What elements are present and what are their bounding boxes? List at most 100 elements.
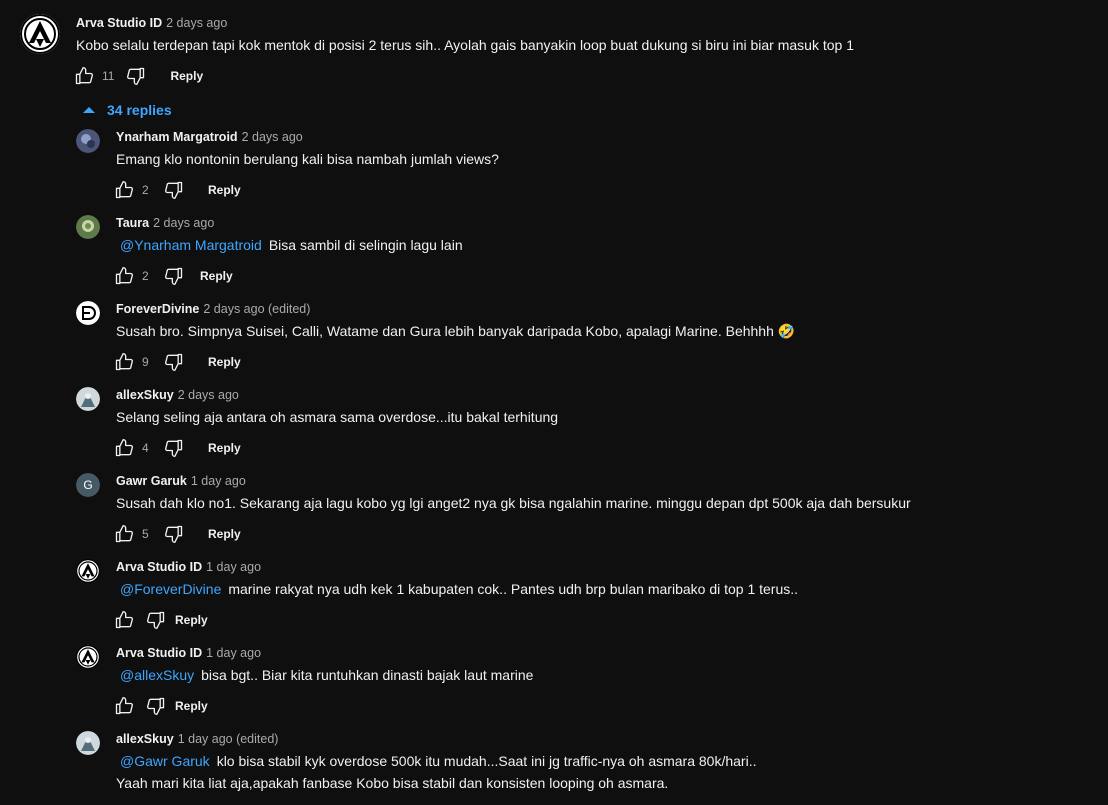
avatar[interactable] <box>76 731 100 755</box>
mention-link[interactable]: @allexSkuy <box>116 667 194 683</box>
reply-button[interactable]: Reply <box>200 269 233 283</box>
like-icon <box>75 67 94 85</box>
author-name[interactable]: Ynarham Margatroid <box>116 130 238 144</box>
avatar[interactable] <box>76 301 100 325</box>
like-count: 9 <box>142 355 149 369</box>
author-name[interactable]: Arva Studio ID <box>76 16 162 30</box>
mention-link[interactable]: @Ynarham Margatroid <box>116 237 262 253</box>
avatar[interactable] <box>76 215 100 239</box>
dislike-button[interactable] <box>162 178 186 202</box>
avatar[interactable] <box>76 129 100 153</box>
reply-button[interactable]: Reply <box>208 527 241 541</box>
comment-actions: Reply <box>112 694 208 718</box>
dislike-button[interactable] <box>144 694 168 718</box>
like-count: 2 <box>142 269 149 283</box>
mention-link[interactable]: @ForeverDivine <box>116 581 221 597</box>
like-button[interactable] <box>72 64 96 88</box>
like-button[interactable] <box>112 350 136 374</box>
author-name[interactable]: ForeverDivine <box>116 302 199 316</box>
mention-link[interactable]: @Gawr Garuk <box>116 753 210 769</box>
timestamp[interactable]: 1 day ago (edited) <box>178 732 279 746</box>
comment-text: Kobo selalu terdepan tapi kok mentok di … <box>76 37 854 53</box>
timestamp[interactable]: 2 days ago (edited) <box>203 302 310 316</box>
comment-meta: ForeverDivine 2 days ago (edited) <box>116 302 310 316</box>
like-button[interactable] <box>112 436 136 460</box>
author-name[interactable]: Gawr Garuk <box>116 474 187 488</box>
like-icon <box>115 525 133 543</box>
comment-actions: 5 Reply <box>112 522 241 546</box>
avatar[interactable] <box>20 14 60 54</box>
comment-actions: 11 Reply <box>72 64 203 88</box>
like-count: 2 <box>142 183 149 197</box>
dislike-button[interactable] <box>162 264 186 288</box>
user-avatar-image <box>76 215 100 239</box>
like-button[interactable] <box>112 522 136 546</box>
avatar[interactable] <box>76 387 100 411</box>
like-icon <box>115 353 133 371</box>
avatar[interactable] <box>76 645 100 669</box>
comment-meta: allexSkuy 2 days ago <box>116 388 239 402</box>
comment-meta: Gawr Garuk 1 day ago <box>116 474 246 488</box>
comment-text: @Ynarham Margatroid Bisa sambil di seling… <box>116 237 463 253</box>
timestamp[interactable]: 1 day ago <box>206 646 261 660</box>
comment-meta: Arva Studio ID 1 day ago <box>116 646 261 660</box>
dislike-icon <box>147 611 165 629</box>
comment-text: Susah dah klo no1. Sekarang aja lagu kob… <box>116 495 911 511</box>
user-avatar-image <box>76 387 100 411</box>
dislike-button[interactable] <box>144 608 168 632</box>
comment-text: @allexSkuy bisa bgt.. Biar kita runtuhkan… <box>116 667 533 683</box>
comment-meta: Arva Studio ID 2 days ago <box>76 16 227 30</box>
reply-button[interactable]: Reply <box>208 441 241 455</box>
timestamp[interactable]: 2 days ago <box>153 216 214 230</box>
author-name[interactable]: allexSkuy <box>116 388 174 402</box>
author-name[interactable]: Arva Studio ID <box>116 560 202 574</box>
arva-logo-icon <box>20 14 60 54</box>
foreverdivine-logo-icon <box>76 301 100 325</box>
replies-toggle-button[interactable]: 34 replies <box>80 100 172 120</box>
reply-button[interactable]: Reply <box>208 183 241 197</box>
like-button[interactable] <box>112 178 136 202</box>
user-avatar-image <box>76 731 100 755</box>
timestamp[interactable]: 2 days ago <box>242 130 303 144</box>
comment-meta: Arva Studio ID 1 day ago <box>116 560 261 574</box>
author-name[interactable]: allexSkuy <box>116 732 174 746</box>
arva-logo-icon <box>76 645 100 669</box>
comment-meta: allexSkuy 1 day ago (edited) <box>116 732 278 746</box>
avatar[interactable] <box>76 559 100 583</box>
like-button[interactable] <box>112 694 136 718</box>
dislike-button[interactable] <box>162 436 186 460</box>
like-button[interactable] <box>112 608 136 632</box>
reply-button[interactable]: Reply <box>208 355 241 369</box>
comment-body: Bisa sambil di selingin lagu lain <box>268 237 463 253</box>
reply-button[interactable]: Reply <box>175 613 208 627</box>
like-icon <box>115 439 133 457</box>
dislike-icon <box>127 67 145 86</box>
author-name[interactable]: Taura <box>116 216 149 230</box>
dislike-button[interactable] <box>162 522 186 546</box>
author-name[interactable]: Arva Studio ID <box>116 646 202 660</box>
timestamp[interactable]: 1 day ago <box>191 474 246 488</box>
dislike-icon <box>165 181 183 199</box>
avatar-letter: G <box>76 473 100 497</box>
like-icon <box>115 267 133 285</box>
comment-body: bisa bgt.. Biar kita runtuhkan dinasti b… <box>201 667 534 683</box>
dislike-icon <box>147 697 165 715</box>
like-button[interactable] <box>112 264 136 288</box>
comment-body: Susah bro. Simpnya Suisei, Calli, Watame… <box>116 323 796 339</box>
dislike-button[interactable] <box>124 64 148 88</box>
comment-actions: 4 Reply <box>112 436 241 460</box>
dislike-button[interactable] <box>162 350 186 374</box>
like-count: 5 <box>142 527 149 541</box>
reply-button[interactable]: Reply <box>175 699 208 713</box>
timestamp[interactable]: 2 days ago <box>178 388 239 402</box>
arva-logo-icon <box>76 559 100 583</box>
comment-text-line2: Yaah mari kita liat aja,apakah fanbase K… <box>116 775 669 791</box>
comment-text: Susah bro. Simpnya Suisei, Calli, Watame… <box>116 323 795 340</box>
timestamp[interactable]: 1 day ago <box>206 560 261 574</box>
dislike-icon <box>165 439 183 457</box>
comment-body: klo bisa stabil kyk overdose 500k itu mu… <box>216 753 757 769</box>
avatar[interactable]: G <box>76 473 100 497</box>
timestamp[interactable]: 2 days ago <box>166 16 227 30</box>
reply-button[interactable]: Reply <box>170 69 203 83</box>
comment-text: Selang seling aja antara oh asmara sama … <box>116 409 558 425</box>
